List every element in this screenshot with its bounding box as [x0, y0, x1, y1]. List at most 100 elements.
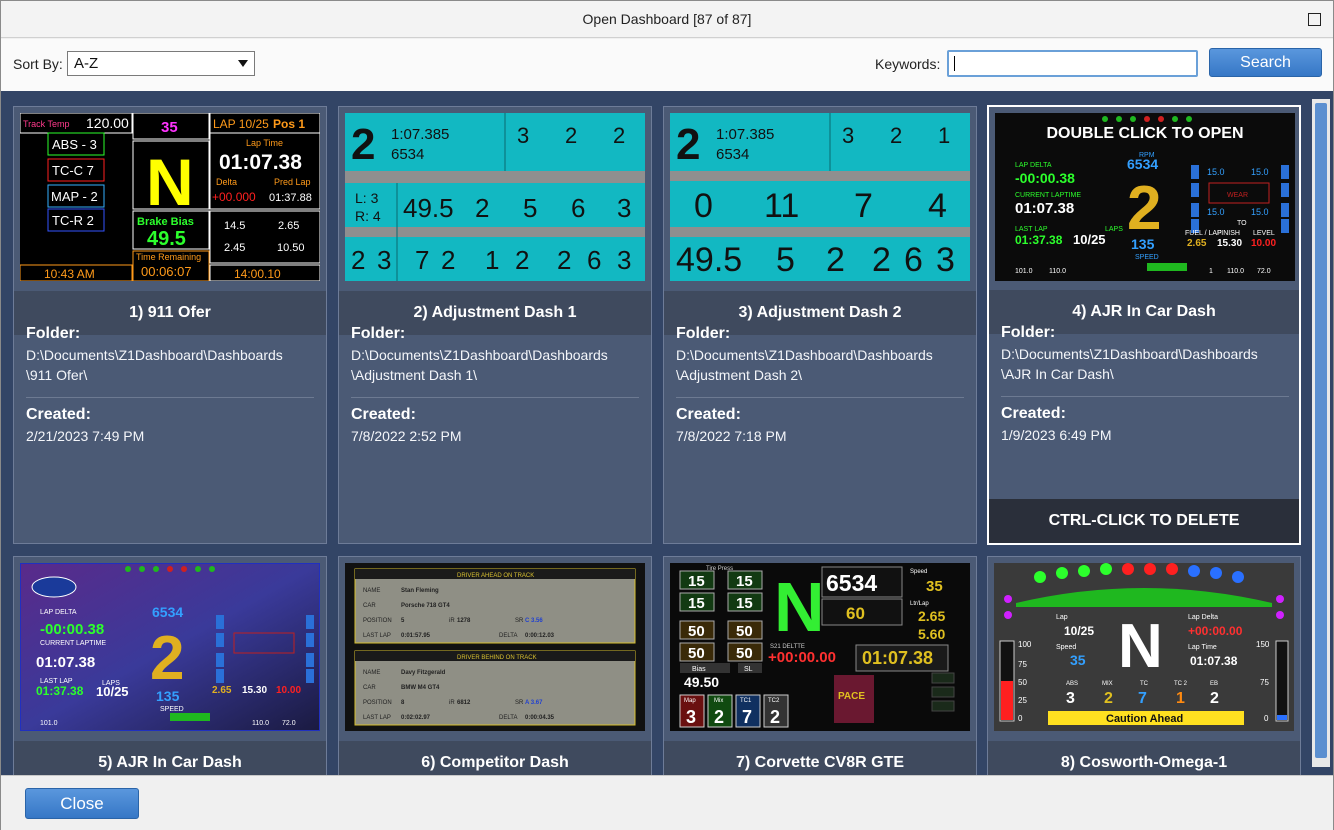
svg-text:MIX: MIX	[1102, 681, 1113, 687]
close-button[interactable]: Close	[25, 788, 139, 819]
svg-text:LEVEL: LEVEL	[1253, 230, 1275, 237]
maximize-icon[interactable]	[1308, 13, 1321, 26]
svg-text:iR: iR	[449, 700, 455, 706]
search-button[interactable]: Search	[1209, 48, 1322, 77]
svg-text:7: 7	[415, 245, 429, 275]
svg-text:TC 2: TC 2	[1174, 681, 1188, 687]
dashboard-card[interactable]: Lap 10/25 Speed 35 N Lap Delta +00:00.00…	[987, 556, 1301, 775]
dashboard-thumbnail: DRIVER AHEAD ON TRACK NAME Stan Fleming …	[345, 563, 645, 731]
svg-text:72.0: 72.0	[1257, 268, 1271, 275]
svg-text:1: 1	[1176, 690, 1185, 707]
svg-text:C 3.56: C 3.56	[525, 618, 543, 624]
svg-text:6534: 6534	[1127, 156, 1158, 172]
dashboard-thumbnail: LAP DELTA -00:00.38 CURRENT LAPTIME 01:0…	[20, 563, 320, 731]
svg-text:Bias: Bias	[692, 666, 706, 673]
created-date: 1/9/2023 6:49 PM	[1001, 427, 1112, 443]
svg-text:ABS: ABS	[1066, 681, 1078, 687]
svg-text:6534: 6534	[391, 146, 424, 163]
svg-text:15.0: 15.0	[1207, 207, 1225, 217]
svg-text:L: 3: L: 3	[355, 190, 379, 206]
title-bar: Open Dashboard [87 of 87]	[1, 1, 1333, 38]
svg-text:1: 1	[1209, 268, 1213, 275]
svg-text:Track Temp: Track Temp	[23, 119, 70, 129]
svg-text:2: 2	[613, 123, 625, 148]
svg-text:15.30: 15.30	[1217, 238, 1242, 249]
svg-text:49.5: 49.5	[147, 228, 186, 250]
svg-text:Ltr/Lap: Ltr/Lap	[910, 601, 929, 607]
svg-text:50: 50	[688, 623, 705, 640]
dashboard-card[interactable]: 2 1:07.385 6534 3 2 2 L: 3 R: 4 49.5 2 5…	[338, 106, 652, 544]
dashboard-card-selected[interactable]: LAP DELTA -00:00.38 CURRENT LAPTIME 01:0…	[987, 105, 1301, 545]
created-date: 2/21/2023 7:49 PM	[26, 428, 145, 444]
svg-text:SR: SR	[515, 700, 524, 706]
svg-text:MAP - 2: MAP - 2	[51, 189, 98, 204]
svg-text:0:01:57.95: 0:01:57.95	[401, 633, 431, 639]
svg-text:15.30: 15.30	[242, 685, 267, 696]
svg-text:35: 35	[926, 578, 943, 595]
svg-text:10/25: 10/25	[1073, 232, 1106, 247]
svg-text:LAP DELTA: LAP DELTA	[40, 609, 77, 616]
sort-by-select[interactable]: A-Z	[67, 51, 255, 76]
svg-text:TC-R 2: TC-R 2	[52, 213, 94, 228]
svg-text:15.0: 15.0	[1207, 167, 1225, 177]
folder-path-line1: D:\Documents\Z1Dashboard\Dashboards	[676, 347, 933, 363]
svg-text:35: 35	[1070, 652, 1086, 668]
dashboard-info: Folder: D:\Documents\Z1Dashboard\Dashboa…	[351, 325, 639, 446]
svg-text:Speed: Speed	[1056, 644, 1076, 651]
svg-text:6: 6	[587, 245, 601, 275]
folder-label: Folder:	[26, 325, 81, 342]
folder-label: Folder:	[351, 325, 406, 342]
svg-text:49.5: 49.5	[403, 193, 454, 223]
svg-text:75: 75	[1018, 660, 1027, 669]
svg-text:01:07.38: 01:07.38	[1190, 654, 1238, 668]
svg-text:LAPS: LAPS	[1105, 226, 1123, 233]
svg-text:2: 2	[441, 245, 455, 275]
folder-path-line1: D:\Documents\Z1Dashboard\Dashboards	[351, 347, 608, 363]
svg-text:TO: TO	[1237, 220, 1247, 227]
svg-text:2: 2	[1210, 690, 1219, 707]
svg-text:25: 25	[1018, 696, 1027, 705]
sort-by-label: Sort By:	[13, 56, 63, 72]
created-date: 7/8/2022 2:52 PM	[351, 428, 462, 444]
svg-text:0:00:12.03: 0:00:12.03	[525, 633, 555, 639]
dashboard-card[interactable]: Tire Press 15 15 15 15 50 50 50 50 Bias …	[663, 556, 977, 775]
svg-text:2.65: 2.65	[918, 608, 945, 624]
svg-text:10.00: 10.00	[276, 685, 301, 696]
svg-text:6534: 6534	[826, 570, 877, 596]
svg-text:EB: EB	[1210, 681, 1218, 687]
vertical-scrollbar[interactable]	[1312, 99, 1330, 767]
keywords-input[interactable]	[947, 50, 1198, 77]
svg-text:01:07.38: 01:07.38	[862, 648, 933, 668]
svg-text:LAST LAP: LAST LAP	[363, 715, 391, 721]
svg-text:49.50: 49.50	[684, 674, 719, 690]
created-label: Created:	[676, 406, 741, 423]
dashboard-info: Folder: D:\Documents\Z1Dashboard\Dashboa…	[676, 325, 964, 446]
dashboard-card[interactable]: Track Temp 120.00 35 LAP 10/25 Pos 1 ABS…	[13, 106, 327, 544]
svg-text:150: 150	[1256, 640, 1270, 649]
keywords-label: Keywords:	[875, 56, 941, 72]
dashboard-card[interactable]: DRIVER AHEAD ON TRACK NAME Stan Fleming …	[338, 556, 652, 775]
dashboard-card[interactable]: LAP DELTA -00:00.38 CURRENT LAPTIME 01:0…	[13, 556, 327, 775]
svg-text:7: 7	[742, 707, 752, 727]
svg-text:5.60: 5.60	[918, 626, 945, 642]
svg-text:NAME: NAME	[363, 588, 380, 594]
svg-text:11: 11	[764, 187, 799, 225]
svg-text:CAR: CAR	[363, 603, 376, 609]
ctrl-click-to-delete-hint: CTRL-CLICK TO DELETE	[989, 499, 1299, 543]
dashboard-thumbnail: 2 1:07.385 6534 3 2 1 0 11 7 4 49.5 5 2 …	[670, 113, 970, 281]
scrollbar-thumb[interactable]	[1315, 103, 1327, 758]
svg-text:2: 2	[351, 120, 375, 169]
svg-text:15: 15	[688, 595, 705, 612]
dashboard-card[interactable]: 2 1:07.385 6534 3 2 1 0 11 7 4 49.5 5 2 …	[663, 106, 977, 544]
svg-text:2: 2	[826, 241, 845, 279]
dashboard-name: 7) Corvette CV8R GTE	[664, 741, 976, 775]
text-caret	[954, 56, 955, 71]
svg-text:DELTA: DELTA	[499, 633, 517, 639]
svg-text:0:02:02.97: 0:02:02.97	[401, 715, 431, 721]
svg-text:2: 2	[557, 245, 571, 275]
svg-text:49.5: 49.5	[676, 241, 742, 279]
svg-text:FINISH: FINISH	[1217, 230, 1240, 237]
created-date: 7/8/2022 7:18 PM	[676, 428, 787, 444]
svg-text:01:37.88: 01:37.88	[269, 192, 312, 204]
svg-text:100: 100	[1018, 640, 1032, 649]
